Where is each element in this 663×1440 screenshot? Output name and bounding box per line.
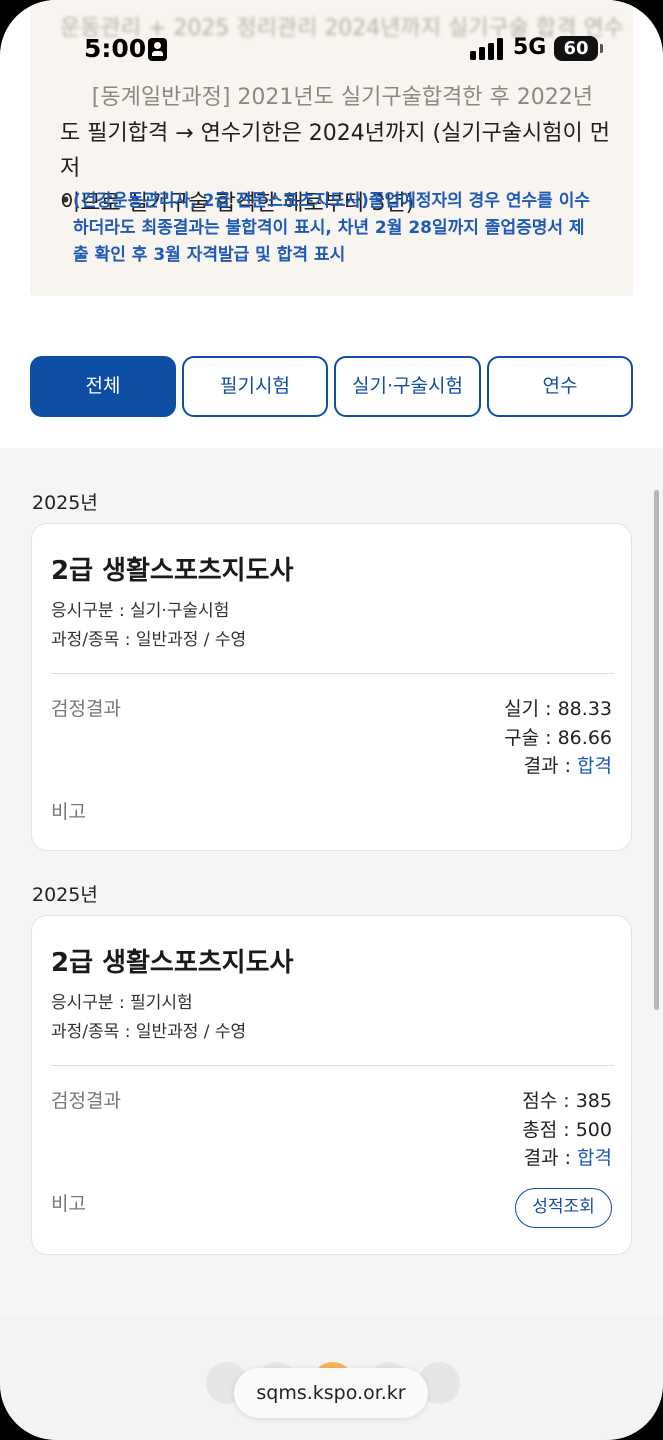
tab-written-exam[interactable]: 필기시험 [182,356,328,417]
exam-type: 응시구분 : 실기·구술시험 [51,601,230,621]
battery-icon: 60 [554,36,598,61]
filter-tabs: 전체 필기시험 실기·구술시험 연수 [30,356,633,417]
remark-label: 비고 [51,1193,86,1215]
result-label: 검정결과 [51,698,121,720]
notice-line2: 도 필기합격 → 연수기한은 2024년까지 (실기구술시험이 먼저 [60,121,611,181]
result-line: 결과 : 합격 [524,751,612,778]
scrollbar[interactable] [654,490,659,1010]
result-line: 결과 : 합격 [524,1143,612,1170]
pass-status: 합격 [577,755,612,777]
battery-tip [600,44,603,53]
url-bar[interactable]: sqms.kspo.or.kr [234,1368,428,1418]
notice-line1: [동계일반과정] 2021년도 실기구술합격한 후 2022년 [91,85,593,110]
remark-label: 비고 [51,801,86,823]
course-subject: 과정/종목 : 일반과정 / 수영 [51,1022,247,1042]
divider [51,673,614,674]
divider [51,1065,614,1066]
score: 점수 : 385 [522,1090,612,1112]
course-subject: 과정/종목 : 일반과정 / 수영 [51,630,247,650]
tab-training[interactable]: 연수 [487,356,633,417]
result-card: 2급 생활스포츠지도사 응시구분 : 필기시험 과정/종목 : 일반과정 / 수… [31,915,632,1255]
signal-icon [470,38,506,60]
result-label: 검정결과 [51,1090,121,1112]
pass-status: 합격 [577,1147,612,1169]
tab-practical-oral-exam[interactable]: 실기·구술시험 [334,356,481,417]
id-card-icon [148,38,167,61]
score-practical: 실기 : 88.33 [504,698,612,720]
tab-all[interactable]: 전체 [30,356,176,417]
year-label: 2025년 [32,492,98,514]
exam-type: 응시구분 : 필기시험 [51,993,193,1013]
network-label: 5G [513,35,547,60]
score-oral: 구술 : 86.66 [504,727,612,749]
notice-bullet-text: (건강운동관리사, 2급 전문스포츠지도사)졸업예정자의 경우 연수를 이수하더… [73,191,590,265]
result-prefix: 결과 : [523,755,578,777]
total-score: 총점 : 500 [522,1119,612,1141]
bullet-icon: • [60,191,71,211]
card-title: 2급 생활스포츠지도사 [51,556,294,586]
card-title: 2급 생활스포츠지도사 [51,948,294,978]
result-prefix: 결과 : [523,1147,578,1169]
notice-bullet: • (건강운동관리사, 2급 전문스포츠지도사)졸업예정자의 경우 연수를 이수… [60,188,600,269]
phone-screen: 운동관리 + 2025 정리관리 2024년까지 실기구술 합격 연수 [동계일… [0,0,663,1440]
result-card: 2급 생활스포츠지도사 응시구분 : 실기·구술시험 과정/종목 : 일반과정 … [31,523,632,851]
year-label: 2025년 [32,884,98,906]
grade-inquiry-button[interactable]: 성적조회 [515,1188,612,1228]
status-time: 5:00 [84,34,147,63]
